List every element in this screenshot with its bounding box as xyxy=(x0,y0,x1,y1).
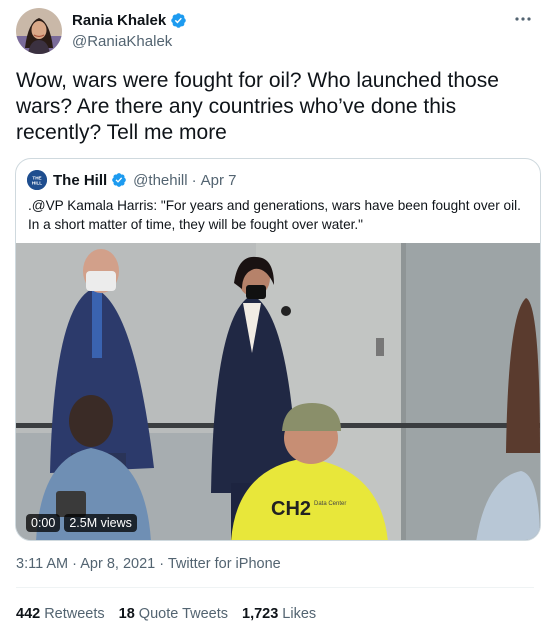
tweet-text: Wow, wars were fought for oil? Who launc… xyxy=(16,69,499,144)
likes-label: Likes xyxy=(282,606,317,622)
video-frame: CH2 Data Center xyxy=(16,243,540,540)
the-hill-logo: THE HILL xyxy=(27,170,47,190)
tweet-date[interactable]: Apr 8, 2021 xyxy=(80,556,155,572)
tweet-source[interactable]: Twitter for iPhone xyxy=(168,556,281,572)
tweet-meta: 3:11 AM · Apr 8, 2021 · Twitter for iPho… xyxy=(16,556,281,572)
tweet-header: Rania Khalek @RaniaKhalek xyxy=(16,8,534,56)
author-block[interactable]: Rania Khalek @RaniaKhalek xyxy=(72,11,187,51)
likes-count: 1,723 xyxy=(242,606,279,622)
quotes-count: 18 xyxy=(118,606,135,622)
shirt-text: CH2 xyxy=(271,498,311,520)
quoted-separator: · xyxy=(191,171,197,189)
shirt-small-text: Data Center xyxy=(314,501,346,507)
retweets-stat[interactable]: 442 Retweets xyxy=(16,606,105,622)
retweets-count: 442 xyxy=(16,606,41,622)
quoted-tweet[interactable]: THE HILL The Hill @thehill · Apr 7 .@VP … xyxy=(15,158,541,541)
meta-separator: · xyxy=(159,556,165,572)
author-name: Rania Khalek xyxy=(72,12,167,29)
more-icon xyxy=(515,17,531,21)
verified-badge-icon xyxy=(112,173,127,187)
quoted-header: THE HILL The Hill @thehill · Apr 7 xyxy=(27,169,236,191)
avatar[interactable] xyxy=(16,8,62,54)
divider xyxy=(16,587,534,588)
video-time: 0:00 xyxy=(26,514,61,532)
quotes-label: Quote Tweets xyxy=(138,606,228,622)
verified-badge-icon xyxy=(171,13,186,28)
meta-separator: · xyxy=(72,556,77,572)
tweet-time[interactable]: 3:11 AM xyxy=(16,556,68,572)
video-player[interactable]: CH2 Data Center 0:00 2.5M views xyxy=(16,243,540,540)
tweet-stats: 442 Retweets 18 Quote Tweets 1,723 Likes xyxy=(16,606,316,622)
quoted-text: .@VP Kamala Harris: "For years and gener… xyxy=(28,198,521,232)
author-handle: @RaniaKhalek xyxy=(72,33,173,50)
quote-tweets-stat[interactable]: 18 Quote Tweets xyxy=(119,606,228,622)
video-views: 2.5M views xyxy=(64,514,137,532)
more-options-button[interactable] xyxy=(512,10,534,28)
author-name-row: Rania Khalek xyxy=(72,11,187,30)
likes-stat[interactable]: 1,723 Likes xyxy=(242,606,316,622)
retweets-label: Retweets xyxy=(44,606,105,622)
quoted-author-handle: @thehill xyxy=(133,171,188,189)
video-badges: 0:00 2.5M views xyxy=(26,514,137,532)
quoted-date[interactable]: Apr 7 xyxy=(201,172,237,189)
svg-text:HILL: HILL xyxy=(32,181,42,186)
quoted-author-name: The Hill xyxy=(53,171,108,189)
